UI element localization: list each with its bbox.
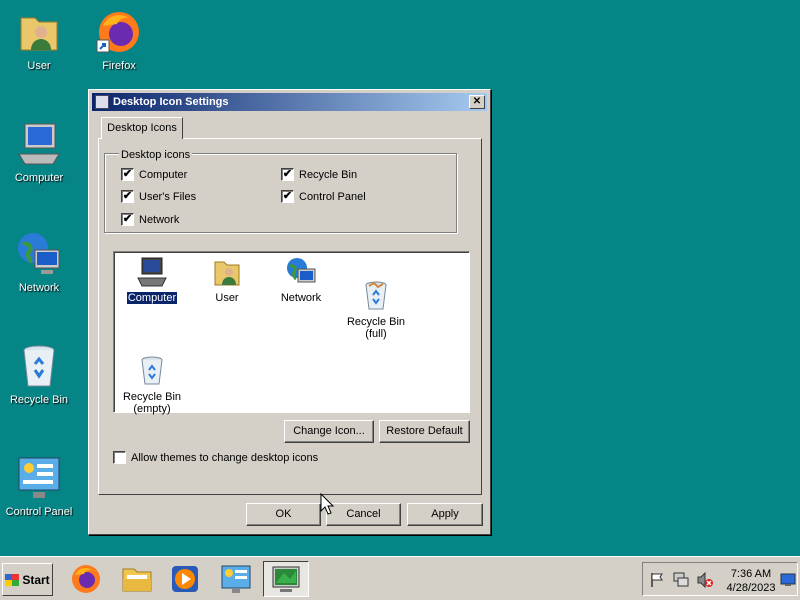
desktop-icon-label: Network [18,282,60,294]
desktop-icon-network[interactable]: Network [0,230,78,295]
ok-button[interactable]: OK [246,503,321,526]
list-item-recycle-bin-full[interactable]: Recycle Bin (full) [338,256,414,340]
desktop-icon-settings-icon [272,566,300,592]
desktop-icon-label: Recycle Bin [9,394,69,406]
desktop-icon-label: User [27,60,51,72]
desktop-icon-control-panel[interactable]: Control Panel [0,454,78,519]
recycle-bin-empty-icon [136,343,168,385]
checkbox-label: Computer [139,168,188,181]
list-item-label: Recycle Bin (empty) [122,391,182,415]
checkbox-box[interactable]: ✔ [121,190,134,203]
show-desktop-icon[interactable] [780,573,796,587]
desktop-icon-computer[interactable]: Computer [0,120,78,185]
recycle-bin-full-icon [360,268,392,310]
clock[interactable]: 7:36 AM 4/28/2023 [723,567,779,595]
list-item-computer[interactable]: Computer [114,256,190,305]
desktop-icon-user[interactable]: User [0,8,78,73]
control-panel-icon [15,454,63,502]
icon-list-view[interactable]: Computer User Network Recycle Bin (full)… [113,251,470,415]
list-item-recycle-bin-empty[interactable]: Recycle Bin (empty) [114,331,190,415]
firefox-icon [72,565,100,593]
control-panel-icon [221,565,251,593]
desktop-icon-settings-dialog: Desktop Icon Settings ✕ Desktop Icons De… [88,89,491,535]
checkbox-box[interactable]: ✔ [121,168,134,181]
network-globe-icon [15,230,63,278]
checkbox-computer[interactable]: ✔ Computer [121,168,187,181]
close-icon[interactable]: ✕ [469,95,485,109]
groupbox-label: Desktop icons [119,149,193,161]
checkbox-box[interactable]: ✔ [281,190,294,203]
list-item-label: User [215,292,239,304]
file-explorer-icon [122,568,152,592]
desktop-icon-firefox[interactable]: Firefox [80,8,158,73]
dialog-title: Desktop Icon Settings [113,96,229,108]
list-item-label: Recycle Bin (full) [346,316,406,340]
checkbox-label: User's Files [139,190,197,203]
tab-desktop-icons[interactable]: Desktop Icons [101,117,183,139]
checkbox-box[interactable]: ✔ [121,213,134,226]
taskbar: Start 7:36 AM 4/28/2023 [0,556,800,600]
start-label: Start [22,572,50,587]
dialog-app-icon [95,95,109,109]
apply-button[interactable]: Apply [407,503,483,526]
taskbar-control-panel[interactable] [213,561,259,597]
mouse-cursor-icon [320,493,334,515]
network-status-icon[interactable] [673,572,689,588]
firefox-icon [95,8,143,56]
computer-icon [15,120,63,168]
desktop-icon-recycle-bin[interactable]: Recycle Bin [0,342,78,407]
recycle-bin-icon [15,342,63,390]
clock-date: 4/28/2023 [726,582,776,594]
checkbox-label: Allow themes to change desktop icons [131,451,319,464]
desktop-icon-label: Computer [14,172,64,184]
action-center-flag-icon[interactable] [649,572,665,588]
volume-muted-icon[interactable] [697,572,713,588]
system-tray: 7:36 AM 4/28/2023 [642,562,798,596]
list-item-network[interactable]: Network [263,256,339,304]
desktop-icon-label: Control Panel [5,506,73,518]
list-item-label: Network [280,292,322,304]
user-folder-icon [15,8,63,56]
checkbox-users-files[interactable]: ✔ User's Files [121,190,196,203]
user-folder-icon [211,256,243,288]
cancel-button[interactable]: Cancel [326,503,401,526]
checkbox-label: Recycle Bin [299,168,358,181]
checkbox-network[interactable]: ✔ Network [121,213,179,226]
desktop-icon-label: Firefox [102,60,136,72]
checkbox-recycle-bin[interactable]: ✔ Recycle Bin [281,168,357,181]
checkbox-box[interactable]: ✔ [281,168,294,181]
checkbox-box[interactable] [113,451,126,464]
dialog-titlebar[interactable]: Desktop Icon Settings ✕ [92,93,487,111]
checkbox-control-panel[interactable]: ✔ Control Panel [281,190,366,203]
computer-icon [136,256,168,288]
checkbox-allow-themes[interactable]: Allow themes to change desktop icons [113,451,318,464]
taskbar-file-explorer[interactable] [114,561,160,597]
taskbar-media-player[interactable] [162,561,208,597]
list-item-label: Computer [125,291,179,305]
start-button[interactable]: Start [2,563,53,596]
network-globe-icon [285,256,317,288]
restore-default-button[interactable]: Restore Default [379,420,470,443]
change-icon-button[interactable]: Change Icon... [284,420,374,443]
checkbox-label: Control Panel [299,190,366,203]
media-player-icon [172,566,198,592]
clock-time: 7:36 AM [730,568,772,580]
list-item-user[interactable]: User [189,256,265,304]
taskbar-firefox[interactable] [63,561,109,597]
taskbar-desktop-icon-settings[interactable] [263,561,309,597]
checkbox-label: Network [139,213,180,226]
windows-logo-icon [5,573,20,586]
